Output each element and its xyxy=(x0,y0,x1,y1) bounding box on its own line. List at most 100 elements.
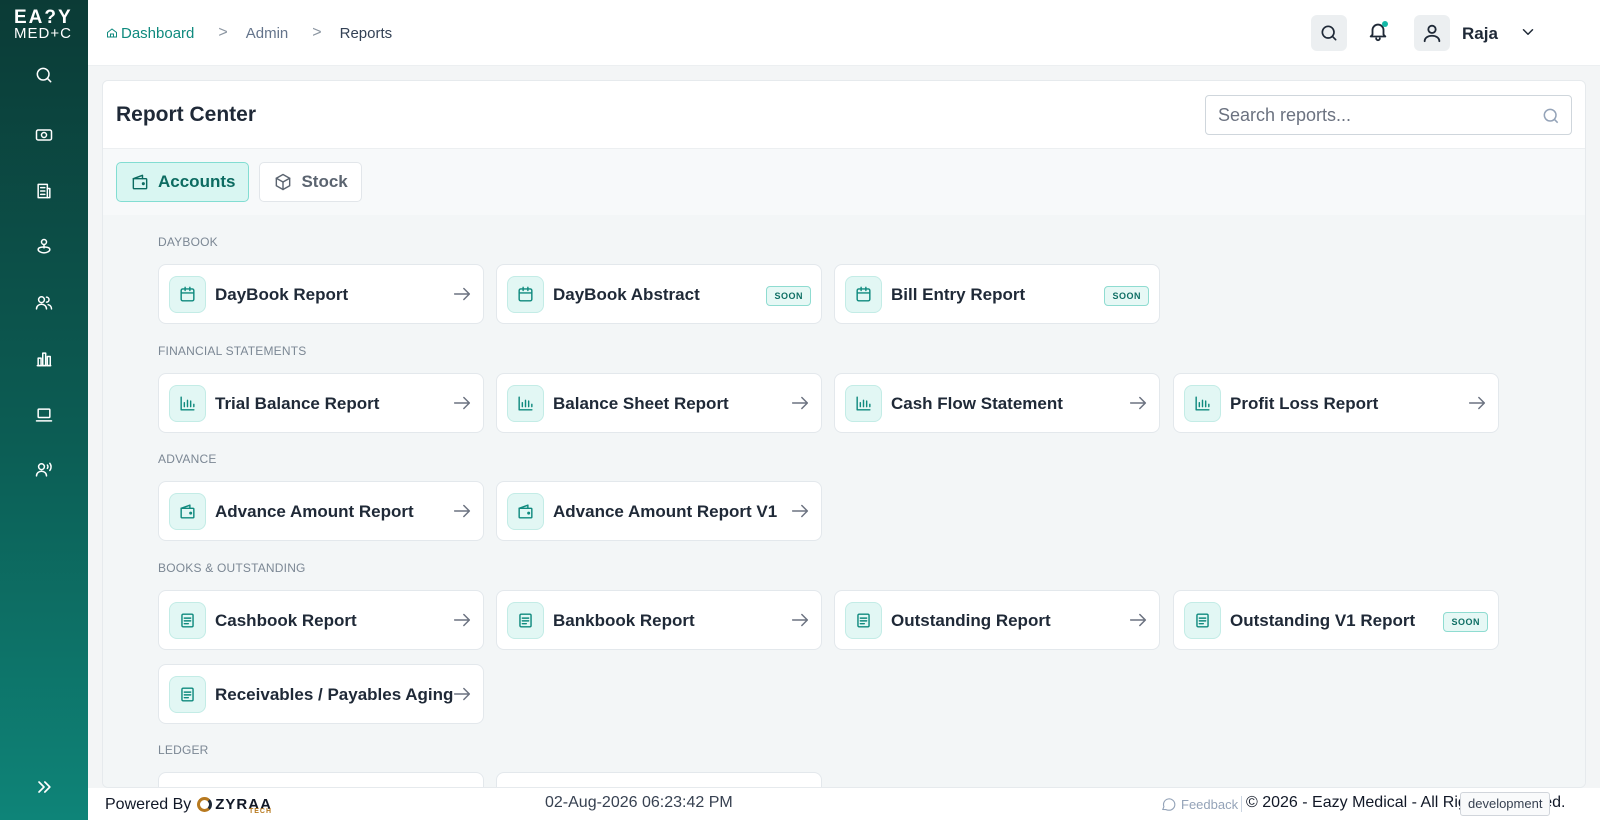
document-icon xyxy=(507,602,544,639)
report-card-label: Outstanding V1 Report xyxy=(1230,611,1416,630)
document-icon xyxy=(1184,602,1221,639)
report-card-advance-amount-v1[interactable]: Advance Amount Report V1 xyxy=(496,481,822,541)
bar-chart-icon xyxy=(507,385,544,422)
report-card-trial-balance[interactable]: Trial Balance Report xyxy=(158,373,484,433)
sidebar-billing-icon[interactable] xyxy=(29,120,59,150)
report-card-ledger-partial[interactable] xyxy=(158,772,484,787)
search-icon xyxy=(1321,25,1337,41)
sidebar-support-icon[interactable] xyxy=(29,455,59,485)
report-card-label: Outstanding Report xyxy=(891,611,1051,630)
wallet-icon xyxy=(169,493,206,530)
section-label-books-outstanding: BOOKS & OUTSTANDING xyxy=(158,561,306,575)
top-bar: Dashboard > Admin > Reports Raja xyxy=(88,0,1600,66)
tab-stock-label: Stock xyxy=(301,172,348,191)
report-card-outstanding[interactable]: Outstanding Report xyxy=(834,590,1160,650)
calendar-icon xyxy=(507,276,544,313)
page-title: Report Center xyxy=(116,103,257,126)
avatar[interactable] xyxy=(1414,15,1450,51)
sidebar: EA?Y MED+C xyxy=(0,0,88,820)
report-card-cashbook[interactable]: Cashbook Report xyxy=(158,590,484,650)
soon-badge: SOON xyxy=(1104,286,1149,306)
wallet-icon xyxy=(132,174,148,190)
arrow-right-icon xyxy=(789,609,811,631)
calendar-icon xyxy=(169,276,206,313)
chat-bubble-icon xyxy=(1162,798,1176,811)
zyraa-logo[interactable]: ZYRAA TECH xyxy=(197,794,272,815)
arrow-right-icon xyxy=(451,392,473,414)
zyraa-brand-sub: TECH xyxy=(248,808,272,815)
sidebar-users-icon[interactable] xyxy=(29,288,59,318)
report-card-label: Receivables / Payables Aging xyxy=(215,685,454,704)
wallet-icon xyxy=(507,493,544,530)
current-datetime: 02-Aug-2026 06:23:42 PM xyxy=(545,794,733,811)
sidebar-search-icon[interactable] xyxy=(29,60,59,90)
report-card-daybook-abstract[interactable]: DayBook Abstract SOON xyxy=(496,264,822,324)
section-label-financial-statements: FINANCIAL STATEMENTS xyxy=(158,344,307,358)
notification-dot xyxy=(1382,21,1388,27)
arrow-right-icon xyxy=(451,500,473,522)
arrow-right-icon xyxy=(451,283,473,305)
report-card-label: Bankbook Report xyxy=(553,611,695,630)
report-card-label: Trial Balance Report xyxy=(215,394,380,413)
report-card-balance-sheet[interactable]: Balance Sheet Report xyxy=(496,373,822,433)
box-icon xyxy=(276,173,291,191)
sidebar-expand-icon[interactable] xyxy=(29,772,59,802)
report-card-bill-entry-report[interactable]: Bill Entry Report SOON xyxy=(834,264,1160,324)
calendar-icon xyxy=(845,276,882,313)
document-icon xyxy=(169,602,206,639)
document-icon xyxy=(845,602,882,639)
search-input[interactable] xyxy=(1206,96,1526,134)
environment-badge: development xyxy=(1460,792,1551,816)
report-card-outstanding-v1[interactable]: Outstanding V1 Report SOON xyxy=(1173,590,1499,650)
report-card-receivables-payables-aging[interactable]: Receivables / Payables Aging xyxy=(158,664,484,724)
soon-badge: SOON xyxy=(766,286,811,306)
report-card-daybook-report[interactable]: DayBook Report xyxy=(158,264,484,324)
report-card-advance-amount[interactable]: Advance Amount Report xyxy=(158,481,484,541)
user-name[interactable]: Raja xyxy=(1462,24,1498,44)
bar-chart-icon xyxy=(845,385,882,422)
sidebar-stethoscope-icon[interactable] xyxy=(29,232,59,262)
app-logo[interactable]: EA?Y MED+C xyxy=(14,7,74,42)
footer: Powered By ZYRAA TECH 02-Aug-2026 06:23:… xyxy=(88,788,1600,820)
sidebar-laptop-icon[interactable] xyxy=(29,400,59,430)
report-card-profit-loss[interactable]: Profit Loss Report xyxy=(1173,373,1499,433)
notifications-button[interactable] xyxy=(1363,16,1393,46)
soon-badge: SOON xyxy=(1443,612,1488,632)
report-center-card: Report Center Accounts Stock DAYBOOK Day… xyxy=(102,80,1586,788)
breadcrumb-separator-icon: > xyxy=(312,24,322,41)
report-search xyxy=(1205,95,1572,135)
arrow-right-icon xyxy=(789,500,811,522)
global-search-button[interactable] xyxy=(1311,15,1347,51)
card-header: Report Center xyxy=(103,81,1585,149)
report-card-label: Bill Entry Report xyxy=(891,285,1026,304)
report-card-bankbook[interactable]: Bankbook Report xyxy=(496,590,822,650)
arrow-right-icon xyxy=(451,683,473,705)
report-card-cash-flow[interactable]: Cash Flow Statement xyxy=(834,373,1160,433)
tab-accounts[interactable]: Accounts xyxy=(116,162,250,202)
arrow-right-icon xyxy=(451,609,473,631)
sidebar-documents-icon[interactable] xyxy=(29,176,59,206)
breadcrumb-admin[interactable]: Admin xyxy=(246,25,289,42)
bar-chart-icon xyxy=(169,385,206,422)
user-icon xyxy=(1423,24,1441,43)
feedback-link[interactable]: Feedback xyxy=(1160,796,1238,813)
breadcrumb-dashboard[interactable]: Dashboard xyxy=(106,25,194,42)
report-card-ledger-partial[interactable] xyxy=(496,772,822,787)
breadcrumb-current: Reports xyxy=(339,24,393,42)
sidebar-reports-icon[interactable] xyxy=(29,344,59,374)
user-menu-toggle[interactable] xyxy=(1516,20,1540,44)
feedback-label: Feedback xyxy=(1181,797,1239,812)
report-card-label: Advance Amount Report V1 xyxy=(553,502,778,521)
arrow-right-icon xyxy=(1127,609,1149,631)
logo-text-bottom: MED+C xyxy=(14,25,72,42)
report-card-label: DayBook Abstract xyxy=(553,285,700,304)
document-icon xyxy=(169,676,206,713)
tab-accounts-label: Accounts xyxy=(158,172,236,191)
search-icon[interactable] xyxy=(1541,106,1561,131)
logo-text-top: EA?Y xyxy=(14,7,73,28)
report-card-label: Cash Flow Statement xyxy=(891,394,1063,413)
section-label-ledger: LEDGER xyxy=(158,743,209,757)
powered-by-label: Powered By xyxy=(105,795,192,813)
tab-stock[interactable]: Stock xyxy=(259,162,362,202)
section-label-advance: ADVANCE xyxy=(158,452,217,466)
